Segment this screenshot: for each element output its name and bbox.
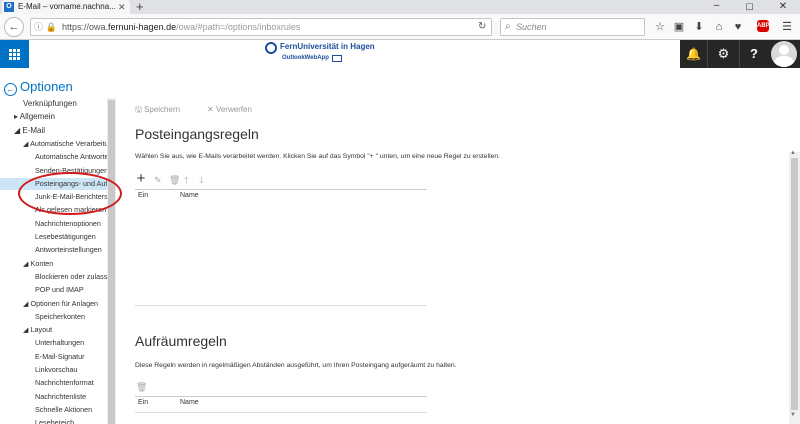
envelope-icon: [332, 55, 342, 62]
nav-item[interactable]: Antworteinstellungen: [0, 244, 107, 256]
maximize-icon[interactable]: ☐: [733, 0, 766, 14]
cleanup-col-on[interactable]: Ein: [138, 398, 148, 408]
cleanup-rules-title: Aufräumregeln: [135, 333, 227, 349]
nav-item[interactable]: Verknüpfungen: [0, 98, 107, 110]
save-icon: 🖫: [135, 105, 145, 114]
nav-item[interactable]: Nachrichtenformat: [0, 377, 107, 389]
options-title: Optionen: [20, 79, 73, 94]
scroll-up-arrow-icon[interactable]: ▲: [790, 150, 796, 156]
rules-col-name[interactable]: Name: [180, 191, 199, 201]
search-icon: ⌕: [505, 21, 511, 32]
nav-item[interactable]: ◢ Konten: [0, 258, 107, 270]
avatar[interactable]: [771, 41, 797, 67]
save-button[interactable]: 🖫 Speichern: [135, 104, 180, 116]
url-domain: fernuni-hagen.de: [108, 22, 177, 32]
close-tab-icon[interactable]: ✕: [118, 0, 126, 14]
clipboard-icon[interactable]: ▣: [670, 18, 688, 36]
site-info-icon[interactable]: ⓘ 🔒: [34, 18, 57, 36]
rules-table-border-bottom: [135, 305, 427, 306]
delete-icon[interactable]: 🗑: [169, 174, 180, 186]
menu-icon[interactable]: ☰: [778, 18, 796, 36]
adblock-icon[interactable]: ABP: [757, 20, 770, 32]
cleanup-rules-description: Diese Regeln werden in regelmäßigen Abst…: [135, 362, 457, 369]
nav-item[interactable]: ◢ Optionen für Anlagen: [0, 298, 107, 310]
nav-item[interactable]: ◢ Automatische Verarbeitung: [0, 138, 107, 150]
new-tab-button[interactable]: +: [136, 0, 144, 14]
rules-col-on[interactable]: Ein: [138, 191, 148, 201]
cleanup-table-border: [135, 396, 427, 397]
discard-label: Verwerfen: [215, 105, 252, 114]
nav-item[interactable]: Nachrichtenoptionen: [0, 218, 107, 230]
discard-button[interactable]: ✕ Verwerfen: [207, 104, 252, 116]
nav-item[interactable]: Nachrichtenliste: [0, 391, 107, 403]
nav-item[interactable]: Automatische Antworten: [0, 151, 107, 163]
discard-icon: ✕: [207, 105, 216, 114]
nav-item[interactable]: Speicherkonten: [0, 311, 107, 323]
nav-item[interactable]: Linkvorschau: [0, 364, 107, 376]
main-scrollbar-thumb[interactable]: [791, 158, 798, 410]
nav-item[interactable]: Schnelle Aktionen: [0, 404, 107, 416]
rules-table-border: [135, 189, 427, 190]
minimize-icon[interactable]: –: [700, 0, 733, 14]
app-launcher-icon[interactable]: [0, 40, 29, 68]
scroll-down-arrow-icon[interactable]: ▼: [790, 412, 796, 418]
nav-item[interactable]: E-Mail-Signatur: [0, 351, 107, 363]
save-label: Speichern: [144, 105, 181, 114]
back-circle-icon: ←: [4, 83, 17, 96]
cleanup-delete-icon[interactable]: 🗑: [136, 381, 147, 393]
nav-item[interactable]: Lesebereich: [0, 417, 107, 424]
options-nav: Verknüpfungen ▸ Allgemein ◢ E-Mail ◢ Automa…: [0, 98, 107, 424]
university-logo-icon: [265, 42, 277, 54]
bookmark-star-icon[interactable]: ☆: [651, 18, 669, 36]
nav-item[interactable]: ▸ Allgemein: [0, 111, 107, 123]
move-down-icon[interactable]: 🡓: [199, 174, 204, 186]
edit-icon[interactable]: ✎: [154, 174, 162, 186]
reload-icon[interactable]: ↻: [478, 18, 486, 36]
download-icon[interactable]: ⬇: [690, 18, 708, 36]
gear-icon[interactable]: ⚙: [707, 40, 739, 68]
inbox-rules-title: Posteingangsregeln: [135, 126, 259, 142]
nav-item[interactable]: POP und IMAP: [0, 284, 107, 296]
options-back-link[interactable]: ← Optionen: [4, 79, 73, 96]
url-path: /owa/#path=/options/inboxrules: [176, 22, 301, 32]
nav-item[interactable]: Lesebestätigungen: [0, 231, 107, 243]
nav-item[interactable]: ◢ Layout: [0, 324, 107, 336]
logo-title: FernUniversität in Hagen: [280, 42, 375, 51]
browser-tab[interactable]: E-Mail – vorname.nachna...: [2, 0, 130, 14]
search-placeholder: Suchen: [516, 22, 547, 32]
move-up-icon[interactable]: 🡑: [184, 174, 189, 186]
url-text[interactable]: https://owa.fernuni-hagen.de/owa/#path=/…: [62, 18, 300, 36]
nav-item[interactable]: ◢ E-Mail: [0, 125, 107, 137]
add-rule-button[interactable]: +: [134, 171, 148, 186]
nav-scrollbar-thumb[interactable]: [108, 100, 115, 424]
logo-subtitle: OutlookWebApp: [282, 55, 329, 61]
close-window-icon[interactable]: ✕: [766, 0, 800, 14]
inbox-rules-description: Wählen Sie aus, wie E-Mails verarbeitet …: [135, 153, 501, 160]
help-icon[interactable]: ?: [739, 40, 768, 68]
tab-title: E-Mail – vorname.nachna...: [18, 2, 116, 11]
home-icon[interactable]: ⌂: [710, 18, 728, 36]
cleanup-col-name[interactable]: Name: [180, 398, 199, 408]
outlook-icon: O: [4, 2, 14, 12]
nav-item[interactable]: Unterhaltungen: [0, 337, 107, 349]
url-prefix: https://owa.: [62, 22, 109, 32]
highlight-circle: [18, 172, 122, 215]
back-arrow-icon[interactable]: ←: [4, 17, 24, 37]
cleanup-table-border-bottom: [135, 412, 427, 413]
bell-icon[interactable]: 🔔: [680, 40, 707, 68]
nav-item[interactable]: Blockieren oder zulassen: [0, 271, 107, 283]
